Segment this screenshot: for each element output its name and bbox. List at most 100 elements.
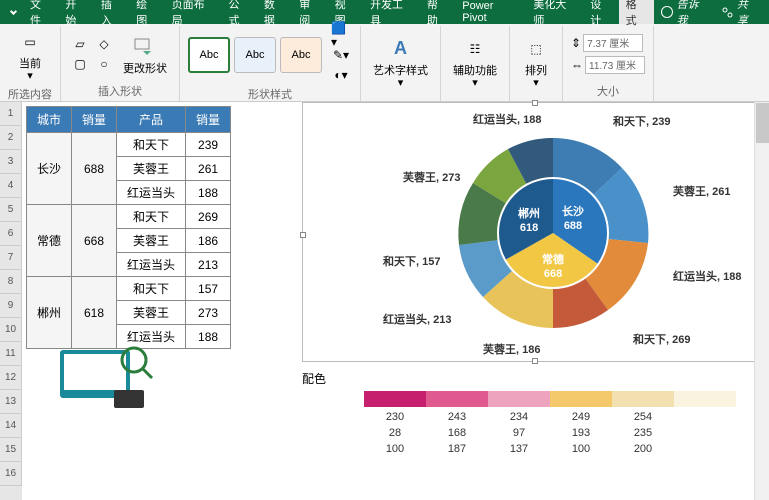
height-input[interactable]: 7.37 厘米 (583, 34, 643, 52)
menu-insert[interactable]: 插入 (94, 0, 129, 24)
tell-me[interactable]: 告诉我 (654, 0, 715, 24)
swatch[interactable] (364, 391, 426, 407)
chart-object[interactable]: 长沙 688 常德 668 郴州 618 红运当头, 188 和天下, 239 … (302, 102, 762, 362)
group-label: 大小 (597, 81, 619, 101)
cell[interactable]: 261 (186, 157, 231, 181)
cell[interactable]: 157 (186, 277, 231, 301)
cell[interactable]: 芙蓉王 (117, 157, 186, 181)
current-selection-button[interactable]: ▭ 当前▾ (12, 26, 48, 84)
menu-data[interactable]: 数据 (257, 0, 292, 24)
cell[interactable]: 和天下 (117, 133, 186, 157)
shape-outline-button[interactable]: ✎▾ (330, 46, 352, 64)
shape-btn[interactable]: ○ (93, 55, 115, 73)
row-header[interactable]: 1 (0, 102, 22, 126)
cell[interactable]: 618 (72, 277, 117, 349)
cell[interactable]: 273 (186, 301, 231, 325)
menu-dev[interactable]: 开发工具 (363, 0, 420, 24)
shape-fill-button[interactable]: 🟦▾ (330, 26, 352, 44)
rgb-value: 168 (426, 427, 488, 439)
cell[interactable]: 186 (186, 229, 231, 253)
row-header[interactable]: 11 (0, 342, 22, 366)
cell[interactable]: 和天下 (117, 205, 186, 229)
col-header[interactable]: 销量 (72, 107, 117, 133)
row-header[interactable]: 7 (0, 246, 22, 270)
col-header[interactable]: 城市 (27, 107, 72, 133)
swatch[interactable] (550, 391, 612, 407)
height-icon: ⇕ (571, 36, 581, 50)
cell[interactable]: 188 (186, 325, 231, 349)
row-header[interactable]: 4 (0, 174, 22, 198)
change-shape-button[interactable]: 更改形状 (119, 31, 171, 77)
ribbon-group-wordart: A艺术字样式▾ (361, 26, 441, 101)
menu-help[interactable]: 帮助 (420, 0, 455, 24)
cell[interactable]: 和天下 (117, 277, 186, 301)
style-preset-1[interactable]: Abc (188, 37, 230, 73)
menu-beautify[interactable]: 美化大师 (526, 0, 583, 24)
wordart-button[interactable]: A艺术字样式▾ (369, 33, 432, 91)
rgb-value: 100 (550, 443, 612, 455)
shape-btn[interactable]: ▢ (69, 55, 91, 73)
rgb-value: 137 (488, 443, 550, 455)
row-header[interactable]: 3 (0, 150, 22, 174)
share-button[interactable]: 共享 (715, 0, 765, 24)
row-header[interactable]: 6 (0, 222, 22, 246)
rgb-value: 235 (612, 427, 674, 439)
menu-home[interactable]: 开始 (58, 0, 93, 24)
scrollbar-thumb[interactable] (756, 103, 769, 143)
cell[interactable]: 红运当头 (117, 181, 186, 205)
data-label: 芙蓉王, 186 (483, 341, 540, 357)
menu-dropdown[interactable] (4, 0, 23, 24)
row-header[interactable]: 5 (0, 198, 22, 222)
menu-review[interactable]: 审阅 (292, 0, 327, 24)
row-header[interactable]: 16 (0, 462, 22, 486)
row-header[interactable]: 13 (0, 390, 22, 414)
row-header[interactable]: 14 (0, 414, 22, 438)
cell[interactable]: 688 (72, 133, 117, 205)
menu-layout[interactable]: 页面布局 (165, 0, 222, 24)
cell[interactable]: 668 (72, 205, 117, 277)
row-header[interactable]: 12 (0, 366, 22, 390)
arrange-button[interactable]: ⬚排列▾ (518, 33, 554, 91)
shape-btn[interactable]: ◇ (93, 35, 115, 53)
svg-text:688: 688 (564, 220, 582, 232)
swatch[interactable] (426, 391, 488, 407)
rgb-value: 249 (550, 411, 612, 423)
cell[interactable]: 红运当头 (117, 253, 186, 277)
menu-draw[interactable]: 绘图 (129, 0, 164, 24)
svg-text:618: 618 (520, 222, 538, 234)
vertical-scrollbar[interactable] (754, 102, 769, 500)
cell[interactable]: 芙蓉王 (117, 301, 186, 325)
shape-btn[interactable]: ▱ (69, 35, 91, 53)
width-input[interactable]: 11.73 厘米 (585, 56, 645, 74)
menu-formula[interactable]: 公式 (221, 0, 256, 24)
menu-file[interactable]: 文件 (23, 0, 58, 24)
cell[interactable]: 188 (186, 181, 231, 205)
row-header[interactable]: 8 (0, 270, 22, 294)
swatch[interactable] (674, 391, 736, 407)
accessibility-button[interactable]: ☷辅助功能▾ (449, 33, 501, 91)
row-header[interactable]: 10 (0, 318, 22, 342)
col-header[interactable]: 销量 (186, 107, 231, 133)
row-header[interactable]: 9 (0, 294, 22, 318)
cell[interactable]: 213 (186, 253, 231, 277)
sheet[interactable]: 城市 销量 产品 销量 长沙688和天下239 芙蓉王261 红运当头188 常… (22, 102, 769, 500)
cell[interactable]: 芙蓉王 (117, 229, 186, 253)
selection-icon: ▭ (16, 28, 44, 56)
swatch[interactable] (488, 391, 550, 407)
cell[interactable]: 239 (186, 133, 231, 157)
cell[interactable]: 郴州 (27, 277, 72, 349)
swatch[interactable] (612, 391, 674, 407)
style-preset-3[interactable]: Abc (280, 37, 322, 73)
menu-powerpivot[interactable]: Power Pivot (455, 0, 526, 24)
cell[interactable]: 长沙 (27, 133, 72, 205)
cell[interactable]: 269 (186, 205, 231, 229)
shape-effects-button[interactable]: ◐▾ (330, 66, 352, 84)
cell[interactable]: 常德 (27, 205, 72, 277)
row-header[interactable]: 15 (0, 438, 22, 462)
data-label: 芙蓉王, 273 (403, 169, 460, 185)
menu-design[interactable]: 设计 (583, 0, 618, 24)
row-header[interactable]: 2 (0, 126, 22, 150)
style-preset-2[interactable]: Abc (234, 37, 276, 73)
col-header[interactable]: 产品 (117, 107, 186, 133)
menu-format[interactable]: 格式 (619, 0, 654, 24)
